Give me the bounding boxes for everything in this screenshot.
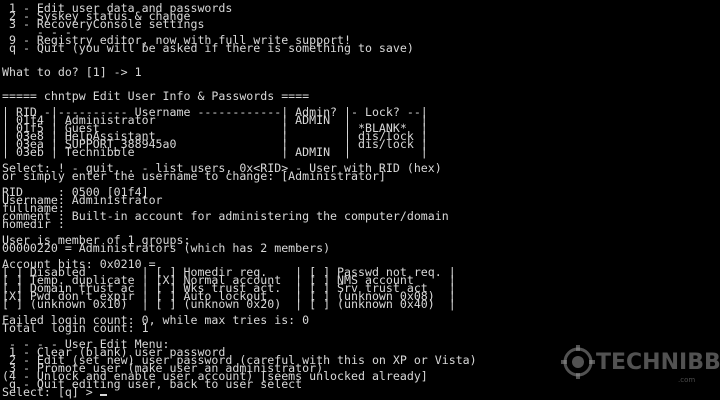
watermark-sub-text: .com (678, 376, 696, 384)
watermark-brand-text: TECHNIBBLE (596, 350, 720, 375)
terminal-line: What to do? [1] -> 1 (2, 65, 142, 79)
terminal-line: comment : Built-in account for administe… (2, 209, 449, 223)
terminal-line: 00000220 = Administrators (which has 2 m… (2, 241, 331, 255)
terminal-line: ===== chntpw Edit User Info & Passwords … (2, 89, 310, 103)
terminal-line: 3 - RecoveryConsole settings (2, 17, 205, 31)
terminal-line: q - Quit (you will be asked if there is … (2, 41, 414, 55)
terminal-line: [ ] (unknown 0x10) | [ ] (unknown 0x20) … (2, 297, 456, 311)
terminal-line: Username: Administrator (2, 193, 163, 207)
terminal-cursor (99, 394, 107, 396)
terminal-output: 1 - Edit user data and passwords 2 - Sys… (2, 2, 477, 398)
technibble-watermark: TECHNIBBLE .com (560, 344, 720, 392)
terminal-screen[interactable]: 1 - Edit user data and passwords 2 - Sys… (0, 0, 720, 400)
technibble-logo-icon (561, 345, 595, 379)
terminal-line: | 03eb | Technibble | ADMIN | | (2, 145, 428, 159)
